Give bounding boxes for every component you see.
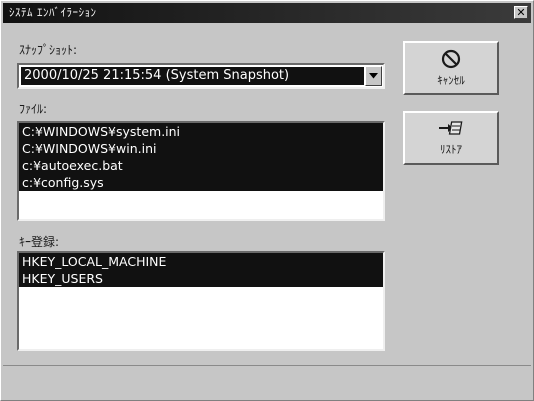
restore-label: ﾘｽﾄｱ [440,142,462,156]
registry-list[interactable]: HKEY_LOCAL_MACHINE HKEY_USERS [17,251,385,351]
restore-arrow-icon [439,120,463,135]
status-bar [3,365,531,397]
registry-label: ｷｰ登録: [19,235,60,249]
list-item[interactable]: C:¥WINDOWS¥win.ini [19,140,383,157]
list-item[interactable]: c:¥autoexec.bat [19,157,383,174]
snapshot-label: ｽﾅｯﾌﾟｼｮｯﾄ: [19,43,78,57]
dropdown-button[interactable] [365,66,382,86]
list-item[interactable]: c:¥config.sys [19,174,383,191]
restore-button[interactable]: ﾘｽﾄｱ [403,111,499,165]
cancel-label: ｷｬﾝｾﾙ [437,73,465,87]
files-list[interactable]: C:¥WINDOWS¥system.ini C:¥WINDOWS¥win.ini… [17,121,385,221]
snapshot-selected-value: 2000/10/25 21:15:54 (System Snapshot) [21,67,364,85]
list-item[interactable]: C:¥WINDOWS¥system.ini [19,123,383,140]
files-label: ﾌｧｲﾙ: [19,102,48,116]
dropdown-arrow-icon [369,73,378,79]
system-restore-dialog: ｼｽﾃﾑ ｴﾝﾊﾞｲﾗｰｼｮﾝ ✕ ｽﾅｯﾌﾟｼｮｯﾄ: 2000/10/25 … [0,0,534,401]
prohibited-icon [441,49,461,68]
close-icon: ✕ [516,6,526,19]
cancel-button[interactable]: ｷｬﾝｾﾙ [403,41,499,95]
list-item[interactable]: HKEY_USERS [19,270,383,287]
title-bar[interactable]: ｼｽﾃﾑ ｴﾝﾊﾞｲﾗｰｼｮﾝ ✕ [3,3,531,23]
list-item[interactable]: HKEY_LOCAL_MACHINE [19,253,383,270]
snapshot-select[interactable]: 2000/10/25 21:15:54 (System Snapshot) [17,63,385,89]
window-title: ｼｽﾃﾑ ｴﾝﾊﾞｲﾗｰｼｮﾝ [9,6,97,19]
close-button[interactable]: ✕ [514,6,528,19]
